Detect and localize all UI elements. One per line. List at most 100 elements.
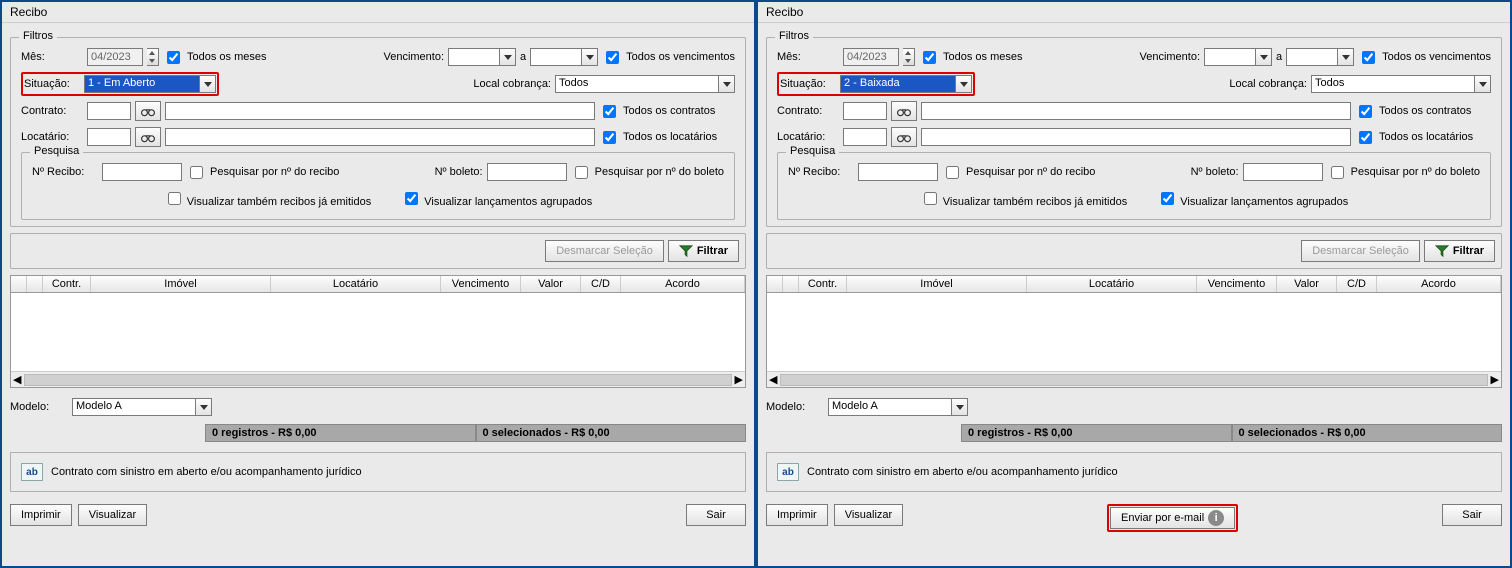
scroll-left-icon[interactable]: ◀	[769, 373, 777, 386]
col-cd[interactable]: C/D	[1337, 276, 1377, 292]
col-imovel[interactable]: Imóvel	[847, 276, 1027, 292]
chevron-down-icon[interactable]	[951, 399, 967, 415]
n-boleto-input[interactable]	[1243, 163, 1323, 181]
pesquisar-recibo-checkbox[interactable]	[190, 166, 203, 179]
pesquisar-recibo-label: Pesquisar por nº do recibo	[966, 166, 1095, 178]
visualizar-agrupados-checkbox[interactable]	[405, 192, 418, 205]
horizontal-scrollbar[interactable]: ◀ ▶	[767, 371, 1501, 387]
scroll-right-icon[interactable]: ▶	[735, 373, 743, 386]
vencimento-label: Vencimento:	[383, 51, 444, 63]
col-locatario[interactable]: Locatário	[1027, 276, 1197, 292]
horizontal-scrollbar[interactable]: ◀ ▶	[11, 371, 745, 387]
visualizar-button[interactable]: Visualizar	[78, 504, 148, 526]
todos-contratos-checkbox[interactable]	[603, 105, 616, 118]
action-bar: Desmarcar Seleção Filtrar	[766, 233, 1502, 269]
sair-button[interactable]: Sair	[1442, 504, 1502, 526]
modelo-select[interactable]: Modelo A	[72, 398, 212, 416]
locatario-desc-input[interactable]	[165, 128, 595, 146]
col-contr[interactable]: Contr.	[43, 276, 91, 292]
locatario-search-button[interactable]	[135, 127, 161, 147]
mes-spinner-buttons[interactable]	[903, 48, 915, 66]
todos-meses-checkbox[interactable]	[167, 51, 180, 64]
situacao-select[interactable]: 1 - Em Aberto	[84, 75, 216, 93]
mes-spinner[interactable]	[843, 48, 899, 66]
chevron-down-icon[interactable]	[955, 76, 971, 92]
n-recibo-input[interactable]	[102, 163, 182, 181]
filtros-fieldset: Filtros Mês: Todos os meses Vencimento: …	[10, 37, 746, 227]
scroll-thumb[interactable]	[780, 374, 1487, 386]
action-bar: Desmarcar Seleção Filtrar	[10, 233, 746, 269]
mes-spinner-buttons[interactable]	[147, 48, 159, 66]
pesquisa-legend: Pesquisa	[30, 145, 83, 157]
todos-locatarios-checkbox[interactable]	[1359, 131, 1372, 144]
modelo-select[interactable]: Modelo A	[828, 398, 968, 416]
chevron-down-icon[interactable]	[718, 76, 734, 92]
n-boleto-input[interactable]	[487, 163, 567, 181]
locatario-search-button[interactable]	[891, 127, 917, 147]
table-body[interactable]	[11, 293, 745, 371]
n-recibo-input[interactable]	[858, 163, 938, 181]
col-cd[interactable]: C/D	[581, 276, 621, 292]
contrato-search-button[interactable]	[891, 101, 917, 121]
visualizar-agrupados-checkbox[interactable]	[1161, 192, 1174, 205]
visualizar-emitidos-checkbox[interactable]	[168, 192, 181, 205]
pesquisa-fieldset: Pesquisa Nº Recibo: Pesquisar por nº do …	[777, 152, 1491, 220]
desmarcar-selecao-button[interactable]: Desmarcar Seleção	[545, 240, 664, 262]
scroll-thumb[interactable]	[24, 374, 731, 386]
recibo-window-left: Recibo Filtros Mês: Todos os meses Venci…	[0, 0, 756, 568]
local-cobranca-select[interactable]: Todos	[1311, 75, 1491, 93]
todos-contratos-checkbox[interactable]	[1359, 105, 1372, 118]
col-vencimento[interactable]: Vencimento	[1197, 276, 1277, 292]
todos-meses-checkbox[interactable]	[923, 51, 936, 64]
scroll-left-icon[interactable]: ◀	[13, 373, 21, 386]
col-acordo[interactable]: Acordo	[1377, 276, 1501, 292]
imprimir-button[interactable]: Imprimir	[10, 504, 72, 526]
imprimir-button[interactable]: Imprimir	[766, 504, 828, 526]
local-cobranca-select[interactable]: Todos	[555, 75, 735, 93]
contrato-code-input[interactable]	[87, 102, 131, 120]
todos-locatarios-checkbox[interactable]	[603, 131, 616, 144]
locatario-code-input[interactable]	[843, 128, 887, 146]
chevron-down-icon[interactable]	[199, 76, 215, 92]
vencimento-a-label: a	[520, 51, 526, 63]
pesquisar-boleto-checkbox[interactable]	[1331, 166, 1344, 179]
col-contr[interactable]: Contr.	[799, 276, 847, 292]
col-locatario[interactable]: Locatário	[271, 276, 441, 292]
pesquisar-recibo-checkbox[interactable]	[946, 166, 959, 179]
chevron-down-icon[interactable]	[1255, 49, 1271, 65]
todos-vencimentos-checkbox[interactable]	[1362, 51, 1375, 64]
chevron-down-icon[interactable]	[499, 49, 515, 65]
chevron-down-icon[interactable]	[581, 49, 597, 65]
enviar-email-button[interactable]: Enviar por e-mail i	[1110, 507, 1235, 529]
situacao-select[interactable]: 2 - Baixada	[840, 75, 972, 93]
contrato-desc-input[interactable]	[165, 102, 595, 120]
filtrar-button[interactable]: Filtrar	[668, 240, 739, 262]
scroll-right-icon[interactable]: ▶	[1491, 373, 1499, 386]
legend-ab-badge: ab	[21, 463, 43, 481]
locatario-desc-input[interactable]	[921, 128, 1351, 146]
pesquisar-boleto-checkbox[interactable]	[575, 166, 588, 179]
table-body[interactable]	[767, 293, 1501, 371]
chevron-down-icon[interactable]	[195, 399, 211, 415]
locatario-code-input[interactable]	[87, 128, 131, 146]
col-vencimento[interactable]: Vencimento	[441, 276, 521, 292]
chevron-down-icon[interactable]	[1337, 49, 1353, 65]
filtrar-button[interactable]: Filtrar	[1424, 240, 1495, 262]
visualizar-button[interactable]: Visualizar	[834, 504, 904, 526]
col-valor[interactable]: Valor	[521, 276, 581, 292]
contrato-code-input[interactable]	[843, 102, 887, 120]
chevron-down-icon[interactable]	[1474, 76, 1490, 92]
sair-button[interactable]: Sair	[686, 504, 746, 526]
status-bar: 0 registros - R$ 0,00 0 selecionados - R…	[766, 424, 1502, 442]
todos-vencimentos-checkbox[interactable]	[606, 51, 619, 64]
col-valor[interactable]: Valor	[1277, 276, 1337, 292]
status-selecionados: 0 selecionados - R$ 0,00	[476, 424, 747, 442]
visualizar-emitidos-checkbox[interactable]	[924, 192, 937, 205]
contrato-search-button[interactable]	[135, 101, 161, 121]
contrato-desc-input[interactable]	[921, 102, 1351, 120]
mes-spinner[interactable]	[87, 48, 143, 66]
col-acordo[interactable]: Acordo	[621, 276, 745, 292]
status-registros: 0 registros - R$ 0,00	[961, 424, 1232, 442]
desmarcar-selecao-button[interactable]: Desmarcar Seleção	[1301, 240, 1420, 262]
col-imovel[interactable]: Imóvel	[91, 276, 271, 292]
